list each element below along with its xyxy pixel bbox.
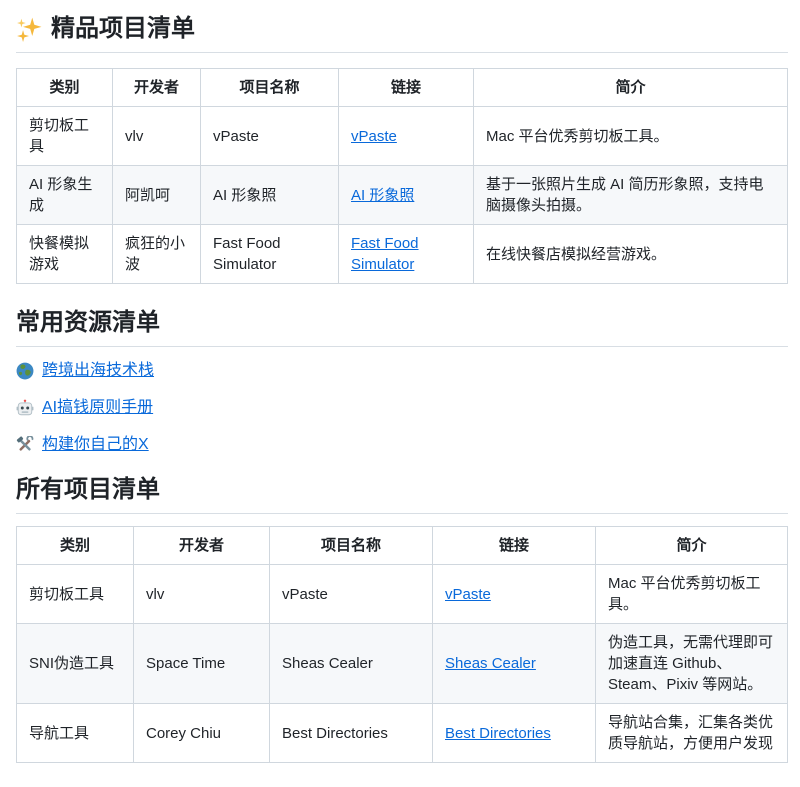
project-link[interactable]: Best Directories: [445, 725, 551, 742]
table-row: 快餐模拟游戏 疯狂的小波 Fast Food Simulator Fast Fo…: [17, 225, 788, 284]
cell-project-name: Fast Food Simulator: [201, 225, 339, 284]
col-header-project-name: 项目名称: [270, 527, 433, 565]
project-link[interactable]: vPaste: [445, 586, 491, 603]
project-link[interactable]: vPaste: [351, 128, 397, 145]
col-header-developer: 开发者: [113, 69, 201, 107]
cell-developer: 阿凯呵: [113, 166, 201, 225]
list-item: 跨境出海技术栈: [16, 359, 788, 383]
all-projects-section-title-text: 所有项目清单: [16, 475, 160, 505]
project-link[interactable]: Fast Food Simulator: [351, 235, 419, 273]
featured-section-title-text: 精品项目清单: [51, 14, 195, 44]
cell-category: AI 形象生成: [17, 166, 113, 225]
robot-icon: [16, 399, 34, 417]
resource-list: 跨境出海技术栈 AI搞钱原则手册: [16, 359, 788, 457]
table-row: 剪切板工具 vlv vPaste vPaste Mac 平台优秀剪切板工具。: [17, 107, 788, 166]
hammer-wrench-icon: [16, 436, 34, 454]
resources-section-title: 常用资源清单: [16, 308, 788, 347]
cell-link: vPaste: [433, 565, 596, 624]
col-header-developer: 开发者: [134, 527, 270, 565]
table-header-row: 类别 开发者 项目名称 链接 简介: [17, 69, 788, 107]
cell-developer: Corey Chiu: [134, 704, 270, 763]
col-header-project-name: 项目名称: [201, 69, 339, 107]
cell-description: Mac 平台优秀剪切板工具。: [596, 565, 788, 624]
table-header-row: 类别 开发者 项目名称 链接 简介: [17, 527, 788, 565]
project-link[interactable]: AI 形象照: [351, 187, 414, 204]
all-projects-section-title: 所有项目清单: [16, 475, 788, 514]
featured-projects-table: 类别 开发者 项目名称 链接 简介 剪切板工具 vlv vPaste vPast…: [16, 68, 788, 284]
globe-icon: [16, 362, 34, 380]
cell-link: Sheas Cealer: [433, 624, 596, 704]
cell-category: 导航工具: [17, 704, 134, 763]
cell-project-name: vPaste: [270, 565, 433, 624]
cell-link: vPaste: [339, 107, 474, 166]
resource-link[interactable]: 跨境出海技术栈: [42, 359, 154, 383]
cell-category: 剪切板工具: [17, 107, 113, 166]
cell-category: SNI伪造工具: [17, 624, 134, 704]
cell-developer: vlv: [113, 107, 201, 166]
cell-project-name: vPaste: [201, 107, 339, 166]
col-header-category: 类别: [17, 527, 134, 565]
cell-project-name: Sheas Cealer: [270, 624, 433, 704]
cell-description: 伪造工具，无需代理即可加速直连 Github、Steam、Pixiv 等网站。: [596, 624, 788, 704]
resource-link[interactable]: AI搞钱原则手册: [42, 396, 153, 420]
resource-link[interactable]: 构建你自己的X: [42, 433, 149, 457]
sparkles-icon: [16, 16, 42, 42]
cell-description: 在线快餐店模拟经营游戏。: [474, 225, 788, 284]
cell-project-name: Best Directories: [270, 704, 433, 763]
cell-category: 快餐模拟游戏: [17, 225, 113, 284]
table-row: SNI伪造工具 Space Time Sheas Cealer Sheas Ce…: [17, 624, 788, 704]
cell-developer: vlv: [134, 565, 270, 624]
list-item: 构建你自己的X: [16, 433, 788, 457]
cell-link: AI 形象照: [339, 166, 474, 225]
featured-section-title: 精品项目清单: [16, 14, 788, 53]
cell-category: 剪切板工具: [17, 565, 134, 624]
cell-description: 导航站合集，汇集各类优质导航站，方便用户发现: [596, 704, 788, 763]
cell-link: Fast Food Simulator: [339, 225, 474, 284]
cell-description: 基于一张照片生成 AI 简历形象照，支持电脑摄像头拍摄。: [474, 166, 788, 225]
col-header-link: 链接: [339, 69, 474, 107]
col-header-description: 简介: [596, 527, 788, 565]
col-header-link: 链接: [433, 527, 596, 565]
table-row: AI 形象生成 阿凯呵 AI 形象照 AI 形象照 基于一张照片生成 AI 简历…: [17, 166, 788, 225]
cell-developer: 疯狂的小波: [113, 225, 201, 284]
cell-description: Mac 平台优秀剪切板工具。: [474, 107, 788, 166]
document-page: 精品项目清单 类别 开发者 项目名称 链接 简介 剪切板工具 vlv vPast…: [0, 0, 800, 787]
list-item: AI搞钱原则手册: [16, 396, 788, 420]
cell-project-name: AI 形象照: [201, 166, 339, 225]
col-header-category: 类别: [17, 69, 113, 107]
col-header-description: 简介: [474, 69, 788, 107]
resources-section-title-text: 常用资源清单: [16, 308, 160, 338]
cell-link: Best Directories: [433, 704, 596, 763]
table-row: 剪切板工具 vlv vPaste vPaste Mac 平台优秀剪切板工具。: [17, 565, 788, 624]
project-link[interactable]: Sheas Cealer: [445, 655, 536, 672]
all-projects-table: 类别 开发者 项目名称 链接 简介 剪切板工具 vlv vPaste vPast…: [16, 526, 788, 763]
cell-developer: Space Time: [134, 624, 270, 704]
table-row: 导航工具 Corey Chiu Best Directories Best Di…: [17, 704, 788, 763]
